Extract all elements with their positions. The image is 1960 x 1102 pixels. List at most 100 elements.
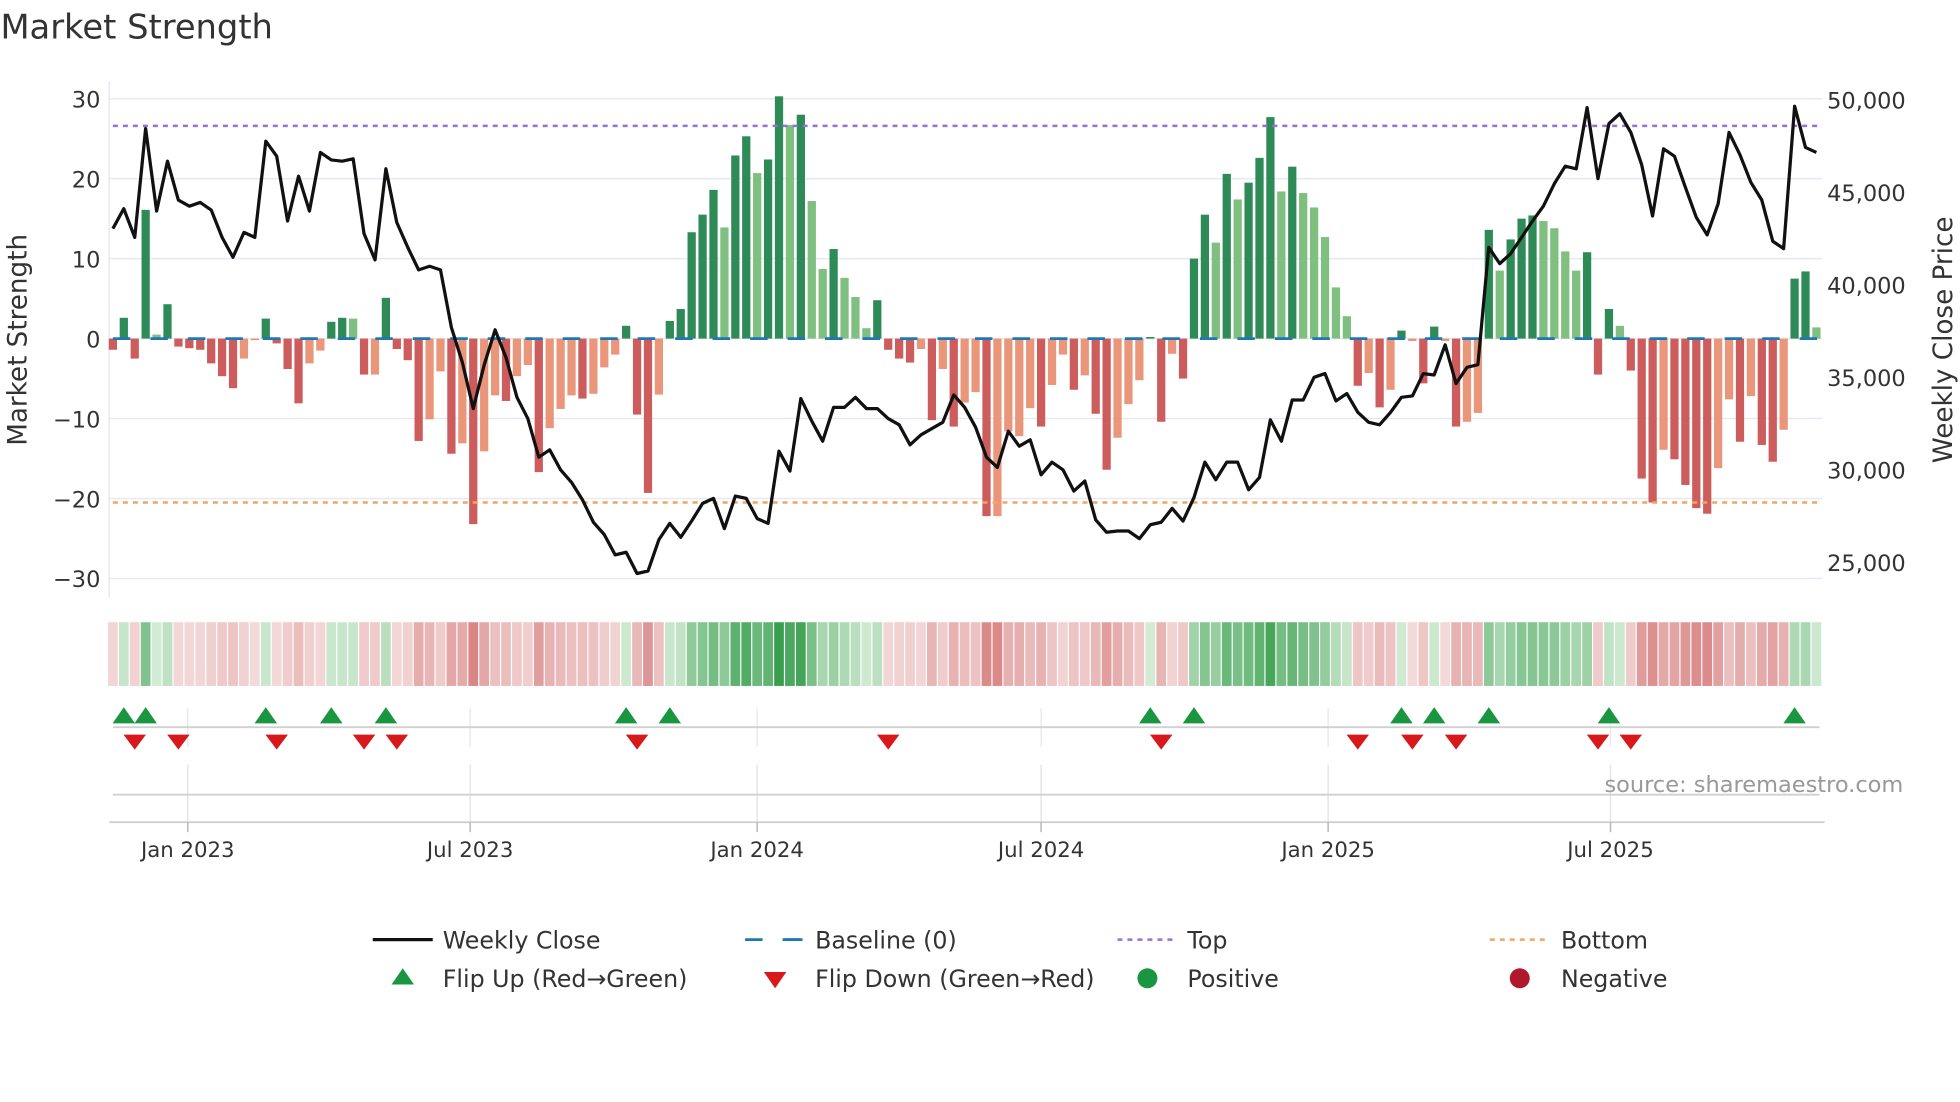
heatmap-cell xyxy=(588,622,599,686)
strength-bar xyxy=(785,125,795,339)
strength-bar xyxy=(316,338,325,351)
heatmap-cell xyxy=(752,622,763,686)
x-tick-label: Jan 2025 xyxy=(1279,838,1375,863)
heatmap-cell xyxy=(1811,622,1822,686)
y2-tick-label: 35,000 xyxy=(1827,366,1906,392)
flip-up-marker xyxy=(112,707,136,724)
heatmap-cell xyxy=(1200,622,1210,686)
flip-down-marker xyxy=(1444,734,1468,750)
heatmap-cell xyxy=(1483,622,1494,686)
heatmap-cell xyxy=(490,622,500,686)
heatmap-cell xyxy=(795,622,806,686)
flip-down-marker xyxy=(1619,734,1643,750)
heatmap-cell xyxy=(1396,622,1407,686)
strength-bar xyxy=(1233,199,1242,339)
strength-bar xyxy=(425,338,434,420)
heatmap-cell xyxy=(555,622,566,686)
strength-bar xyxy=(960,338,969,403)
strength-bar xyxy=(447,338,456,454)
heatmap-cell xyxy=(927,622,937,686)
flip-up-marker xyxy=(1422,707,1446,724)
strength-bar xyxy=(556,338,565,409)
negative-dot-icon xyxy=(1509,968,1530,989)
strength-bar xyxy=(1069,338,1078,390)
strength-bar xyxy=(643,338,653,493)
x-axis-ticks: Jan 2023 Jul 2023 Jan 2024 Jul 2024 Jan 2025… xyxy=(139,822,1654,863)
strength-bar xyxy=(261,318,270,339)
heatmap-cell xyxy=(708,622,719,686)
strength-bar xyxy=(1572,270,1581,339)
strength-bar xyxy=(327,321,336,339)
strength-bar xyxy=(1364,338,1373,373)
heatmap-cell xyxy=(1440,622,1451,686)
flip-up-marker xyxy=(320,707,343,724)
heatmap-cell xyxy=(1724,622,1734,686)
strength-bar xyxy=(1353,338,1362,386)
strength-bar xyxy=(1615,325,1624,339)
strength-bar xyxy=(927,338,937,421)
heatmap-cell xyxy=(1178,622,1188,686)
flip-up-marker xyxy=(1139,707,1162,724)
y-tick-label: 20 xyxy=(72,167,101,193)
heatmap-cell xyxy=(544,622,555,686)
market-strength-chart: Market Strength 30 20 10 0 −10 −20 −30 50,000 4… xyxy=(0,8,1959,993)
heatmap-cell xyxy=(260,622,271,686)
strength-bar xyxy=(1703,338,1712,514)
heatmap-cell xyxy=(435,622,446,686)
strength-bar xyxy=(1637,338,1646,479)
strength-bar xyxy=(1375,338,1384,408)
strength-bar xyxy=(1178,338,1188,379)
heatmap-cell xyxy=(1331,622,1341,686)
strength-bar xyxy=(1124,338,1133,405)
strength-bar xyxy=(611,338,620,355)
legend-flip-down: Flip Down (Green→Red) xyxy=(815,965,1094,993)
heatmap-cell xyxy=(1014,622,1025,686)
heatmap-cell xyxy=(566,622,577,686)
heatmap-cell xyxy=(293,622,304,686)
heatmap-cell xyxy=(839,622,850,686)
heatmap-cell xyxy=(1134,622,1145,686)
heatmap-cell xyxy=(1374,622,1385,686)
heatmap-cell xyxy=(741,622,752,686)
heatmap-cell xyxy=(391,622,402,686)
heatmap-cell xyxy=(1418,622,1429,686)
strength-bar xyxy=(895,338,904,359)
heatmap-cell xyxy=(1068,622,1079,686)
heatmap-cell xyxy=(828,622,839,686)
heatmap-cell xyxy=(512,622,522,686)
flip-up-marker xyxy=(658,707,682,724)
heatmap-cell xyxy=(1680,622,1691,686)
strength-bar xyxy=(1462,338,1472,422)
strength-bar xyxy=(1801,271,1810,339)
strength-heatmap-strip xyxy=(108,622,1822,686)
strength-bar xyxy=(381,297,391,339)
y-tick-label: 30 xyxy=(72,87,101,113)
strength-bar xyxy=(1026,338,1035,409)
heatmap-cell xyxy=(621,622,632,686)
strength-bar xyxy=(1659,338,1668,450)
x-tick-label: Jul 2025 xyxy=(1565,838,1653,863)
strength-bar xyxy=(1299,193,1308,339)
strength-bar xyxy=(1102,338,1111,470)
flip-down-marker xyxy=(385,734,409,750)
strength-bar xyxy=(742,136,751,339)
y2-axis-title: Weekly Close Price xyxy=(1929,217,1959,464)
strength-bar xyxy=(1277,191,1286,339)
strength-bar xyxy=(414,338,423,441)
heatmap-cell xyxy=(1221,622,1232,686)
strength-bar xyxy=(185,338,194,349)
strength-bar xyxy=(1211,242,1220,339)
strength-bar xyxy=(1714,338,1723,469)
heatmap-cell xyxy=(1079,622,1090,686)
y2-tick-label: 30,000 xyxy=(1827,459,1906,485)
strength-bar xyxy=(1604,309,1614,339)
strength-bar xyxy=(1200,214,1210,339)
strength-bar xyxy=(1222,173,1231,339)
heatmap-cell xyxy=(217,622,227,686)
strength-bar xyxy=(196,338,205,350)
heatmap-cell xyxy=(129,622,140,686)
heatmap-cell xyxy=(872,622,883,686)
flip-up-marker xyxy=(1783,707,1806,724)
heatmap-cell xyxy=(402,622,413,686)
y2-tick-label: 40,000 xyxy=(1827,274,1906,300)
